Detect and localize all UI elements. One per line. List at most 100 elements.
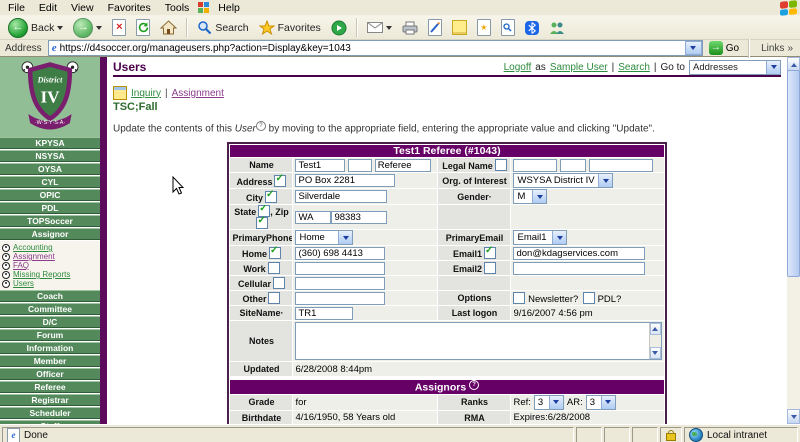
favorites-button[interactable]: Favorites [255, 17, 325, 39]
notes-scrollbar[interactable] [649, 323, 661, 359]
sample-user-link[interactable]: Sample User [550, 62, 608, 73]
name-first-input[interactable] [295, 159, 345, 172]
home-checkbox[interactable] [269, 247, 281, 259]
email1-input[interactable] [513, 247, 645, 260]
address-checkbox[interactable] [274, 175, 286, 187]
sidebar-subitem-assignment[interactable]: Assignment [2, 252, 100, 261]
email1-checkbox[interactable] [484, 247, 496, 259]
org-select[interactable]: WSYSA District IV [513, 173, 613, 188]
assignors-help-icon[interactable]: ? [469, 380, 479, 390]
sidebar-item-member[interactable]: Member [0, 355, 100, 367]
mail-button[interactable] [363, 17, 396, 39]
inquiry-link[interactable]: Inquiry [131, 88, 161, 99]
menu-addon-icon[interactable] [198, 2, 209, 13]
primary-email-select[interactable]: Email1 [513, 230, 567, 245]
bluetooth-button[interactable] [521, 17, 543, 39]
address-input[interactable] [295, 174, 395, 187]
go-button[interactable]: → Go [707, 41, 741, 55]
sitename-input[interactable] [295, 307, 353, 320]
sidebar-item-kpysa[interactable]: KPYSA [0, 137, 100, 149]
sidebar-subitem-faq[interactable]: FAQ [2, 261, 100, 270]
legal-middle-input[interactable] [560, 159, 586, 172]
menu-file[interactable]: File [1, 2, 32, 14]
sidebar-item-referee[interactable]: Referee [0, 381, 100, 393]
refresh-button[interactable] [132, 17, 154, 39]
menu-help[interactable]: Help [211, 2, 247, 14]
sidebar-item-scheduler[interactable]: Scheduler [0, 407, 100, 419]
scrollbar-thumb[interactable] [787, 70, 800, 277]
sidebar-item-topsoccer[interactable]: TOPSoccer [0, 215, 100, 227]
zip-input[interactable] [331, 211, 387, 224]
work-checkbox[interactable] [268, 262, 280, 274]
scroll-down-icon[interactable] [650, 347, 661, 359]
search-link[interactable]: Search [618, 62, 650, 73]
scrollbar-down-button[interactable] [787, 409, 800, 424]
ref-rank-select[interactable]: 3 [534, 395, 564, 410]
primary-phone-select[interactable]: Home [295, 230, 353, 245]
legal-first-input[interactable] [513, 159, 557, 172]
notes-textarea[interactable] [295, 322, 661, 360]
menu-favorites[interactable]: Favorites [101, 2, 158, 14]
sidebar-item-assignor[interactable]: Assignor [0, 228, 100, 240]
sidebar-item-committee[interactable]: Committee [0, 303, 100, 315]
sidebar-item-forum[interactable]: Forum [0, 329, 100, 341]
other-phone-input[interactable] [295, 292, 385, 305]
edit-button[interactable] [424, 17, 446, 39]
sidebar-item-pdl[interactable]: PDL [0, 202, 100, 214]
cellular-input[interactable] [295, 277, 385, 290]
sidebar-item-information[interactable]: Information [0, 342, 100, 354]
help-icon[interactable]: ? [256, 121, 266, 131]
stop-button[interactable]: × [108, 17, 130, 39]
sidebar-item-coach[interactable]: Coach [0, 290, 100, 302]
legal-last-input[interactable] [589, 159, 653, 172]
legal-name-checkbox[interactable] [495, 159, 507, 171]
name-last-input[interactable] [375, 159, 431, 172]
vertical-scrollbar[interactable] [787, 57, 800, 424]
email2-checkbox[interactable] [484, 262, 496, 274]
zip-checkbox[interactable] [256, 217, 268, 229]
menu-tools[interactable]: Tools [158, 2, 197, 14]
sidebar-subitem-missing-reports[interactable]: Missing Reports [2, 270, 100, 279]
work-phone-input[interactable] [295, 262, 385, 275]
sidebar-item-oysa[interactable]: OYSA [0, 163, 100, 175]
menu-edit[interactable]: Edit [32, 2, 64, 14]
sidebar-subitem-accounting[interactable]: Accounting [2, 243, 100, 252]
city-input[interactable] [295, 190, 387, 203]
sidebar-item-nsysa[interactable]: NSYSA [0, 150, 100, 162]
pdl-checkbox[interactable] [583, 292, 595, 304]
state-input[interactable] [295, 211, 331, 224]
links-button[interactable]: Links » [757, 43, 797, 54]
sidebar-item-officer[interactable]: Officer [0, 368, 100, 380]
sidebar-subitem-users[interactable]: Users [2, 279, 100, 288]
address-input[interactable]: e https://d4soccer.org/manageusers.php?a… [48, 40, 703, 56]
home-phone-input[interactable] [295, 247, 385, 260]
menu-view[interactable]: View [64, 2, 101, 14]
city-checkbox[interactable] [265, 191, 277, 203]
sidebar-item-opic[interactable]: OPIC [0, 189, 100, 201]
print-button[interactable] [398, 17, 422, 39]
messenger-button[interactable] [545, 17, 569, 39]
goto-select[interactable]: Addresses [689, 60, 781, 75]
search-button[interactable]: Search [193, 17, 252, 39]
assignment-link[interactable]: Assignment [172, 88, 224, 99]
other-checkbox[interactable] [268, 292, 280, 304]
gender-select[interactable]: M [513, 189, 547, 204]
sidebar-item-dc[interactable]: D/C [0, 316, 100, 328]
sidebar-item-cyl[interactable]: CYL [0, 176, 100, 188]
logoff-link[interactable]: Logoff [504, 62, 532, 73]
back-button[interactable]: ← Back [4, 17, 67, 39]
forward-button[interactable]: → [69, 17, 106, 39]
ar-rank-select[interactable]: 3 [586, 395, 616, 410]
address-dropdown-button[interactable] [685, 41, 702, 55]
name-middle-input[interactable] [348, 159, 372, 172]
newsletter-checkbox[interactable] [513, 292, 525, 304]
home-button[interactable] [156, 17, 181, 39]
email2-input[interactable] [513, 262, 645, 275]
scroll-up-icon[interactable] [650, 323, 661, 335]
notes-button[interactable] [448, 17, 471, 39]
research-button[interactable] [497, 17, 519, 39]
sidebar-item-staff[interactable]: Staff [0, 420, 100, 424]
sidebar-item-registrar[interactable]: Registrar [0, 394, 100, 406]
favorites-add-button[interactable]: ★ [473, 17, 495, 39]
media-button[interactable] [327, 17, 351, 39]
